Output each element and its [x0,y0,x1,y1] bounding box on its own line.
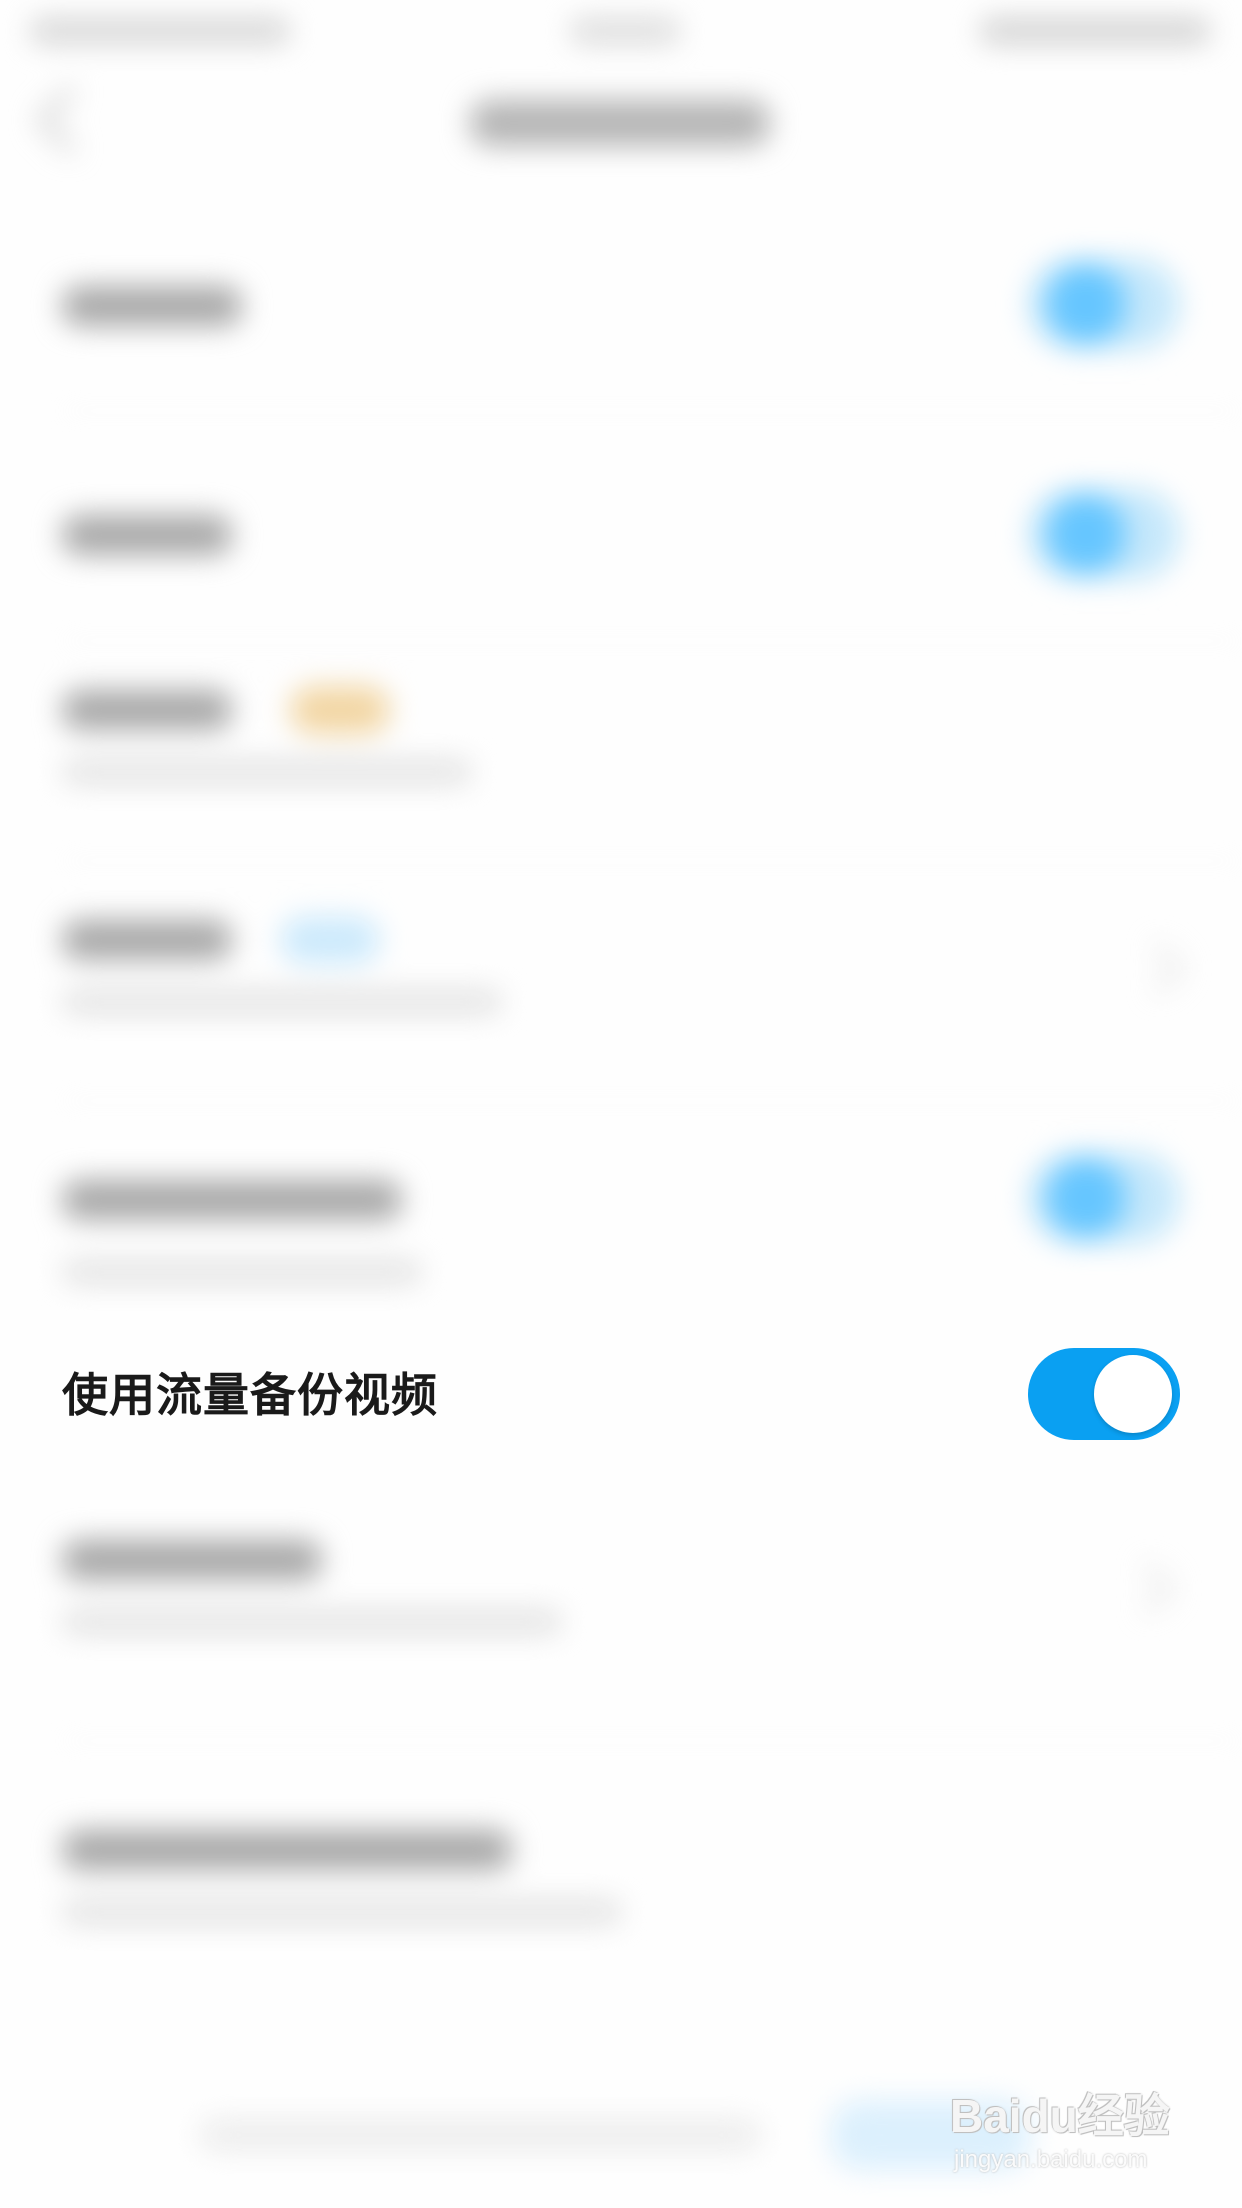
status-bar [0,0,1242,60]
toggle-knob [1094,1355,1172,1433]
divider [62,860,1242,862]
blurred-background [0,0,1242,2208]
status-bar-left [30,18,290,44]
setting-row-1[interactable] [0,230,1242,380]
back-arrow-icon[interactable] [36,86,104,154]
use-data-backup-video-label: 使用流量备份视频 [62,1368,438,1422]
setting-row-4[interactable] [0,890,1242,1070]
setting-row-3-title [62,690,232,730]
chevron-right-icon [1122,1562,1174,1614]
setting-row-7[interactable] [0,1510,1242,1690]
setting-row-7-subtitle [62,1610,562,1634]
setting-row-1-toggle[interactable] [1028,258,1180,350]
use-data-backup-video-toggle[interactable] [1028,1348,1180,1440]
setting-row-2-title [62,515,232,555]
use-data-backup-video-row[interactable]: 使用流量备份视频 [0,1320,1242,1470]
setting-row-1-title [62,286,242,326]
setting-row-8[interactable] [0,1790,1242,1970]
setting-row-5-subtitle [62,1260,422,1284]
settings-screen: 使用流量备份视频 Baidu经验 jingyan.baidu.com [0,0,1242,2208]
footer-text [200,2120,760,2150]
setting-row-2-toggle[interactable] [1028,488,1180,580]
setting-row-8-title [62,1830,512,1870]
baidu-jingyan-watermark: Baidu经验 jingyan.baidu.com [950,2080,1210,2190]
setting-row-8-subtitle [62,1900,622,1924]
toggle-knob [1046,494,1126,574]
page-title [470,100,770,146]
setting-row-4-title [62,920,232,960]
setting-row-5-toggle[interactable] [1028,1152,1180,1244]
setting-row-5[interactable] [0,1130,1242,1310]
setting-row-3[interactable] [0,660,1242,840]
divider [62,1740,1242,1742]
setting-row-4-badge [280,916,380,964]
divider [62,640,1242,642]
status-bar-right [980,18,1210,44]
setting-row-7-title [62,1540,322,1580]
setting-row-3-badge [290,686,390,734]
status-bar-time [570,18,680,44]
chevron-right-icon [1132,942,1184,994]
setting-row-2[interactable] [0,460,1242,610]
divider [62,410,1242,412]
watermark-url: jingyan.baidu.com [954,2146,1148,2173]
setting-row-5-title [62,1180,402,1220]
setting-row-4-subtitle [62,990,502,1014]
setting-row-3-subtitle [62,760,472,784]
toggle-knob [1046,264,1126,344]
toggle-knob [1046,1158,1126,1238]
divider [62,1100,1242,1102]
watermark-logo-text: Baidu经验 [950,2090,1170,2142]
